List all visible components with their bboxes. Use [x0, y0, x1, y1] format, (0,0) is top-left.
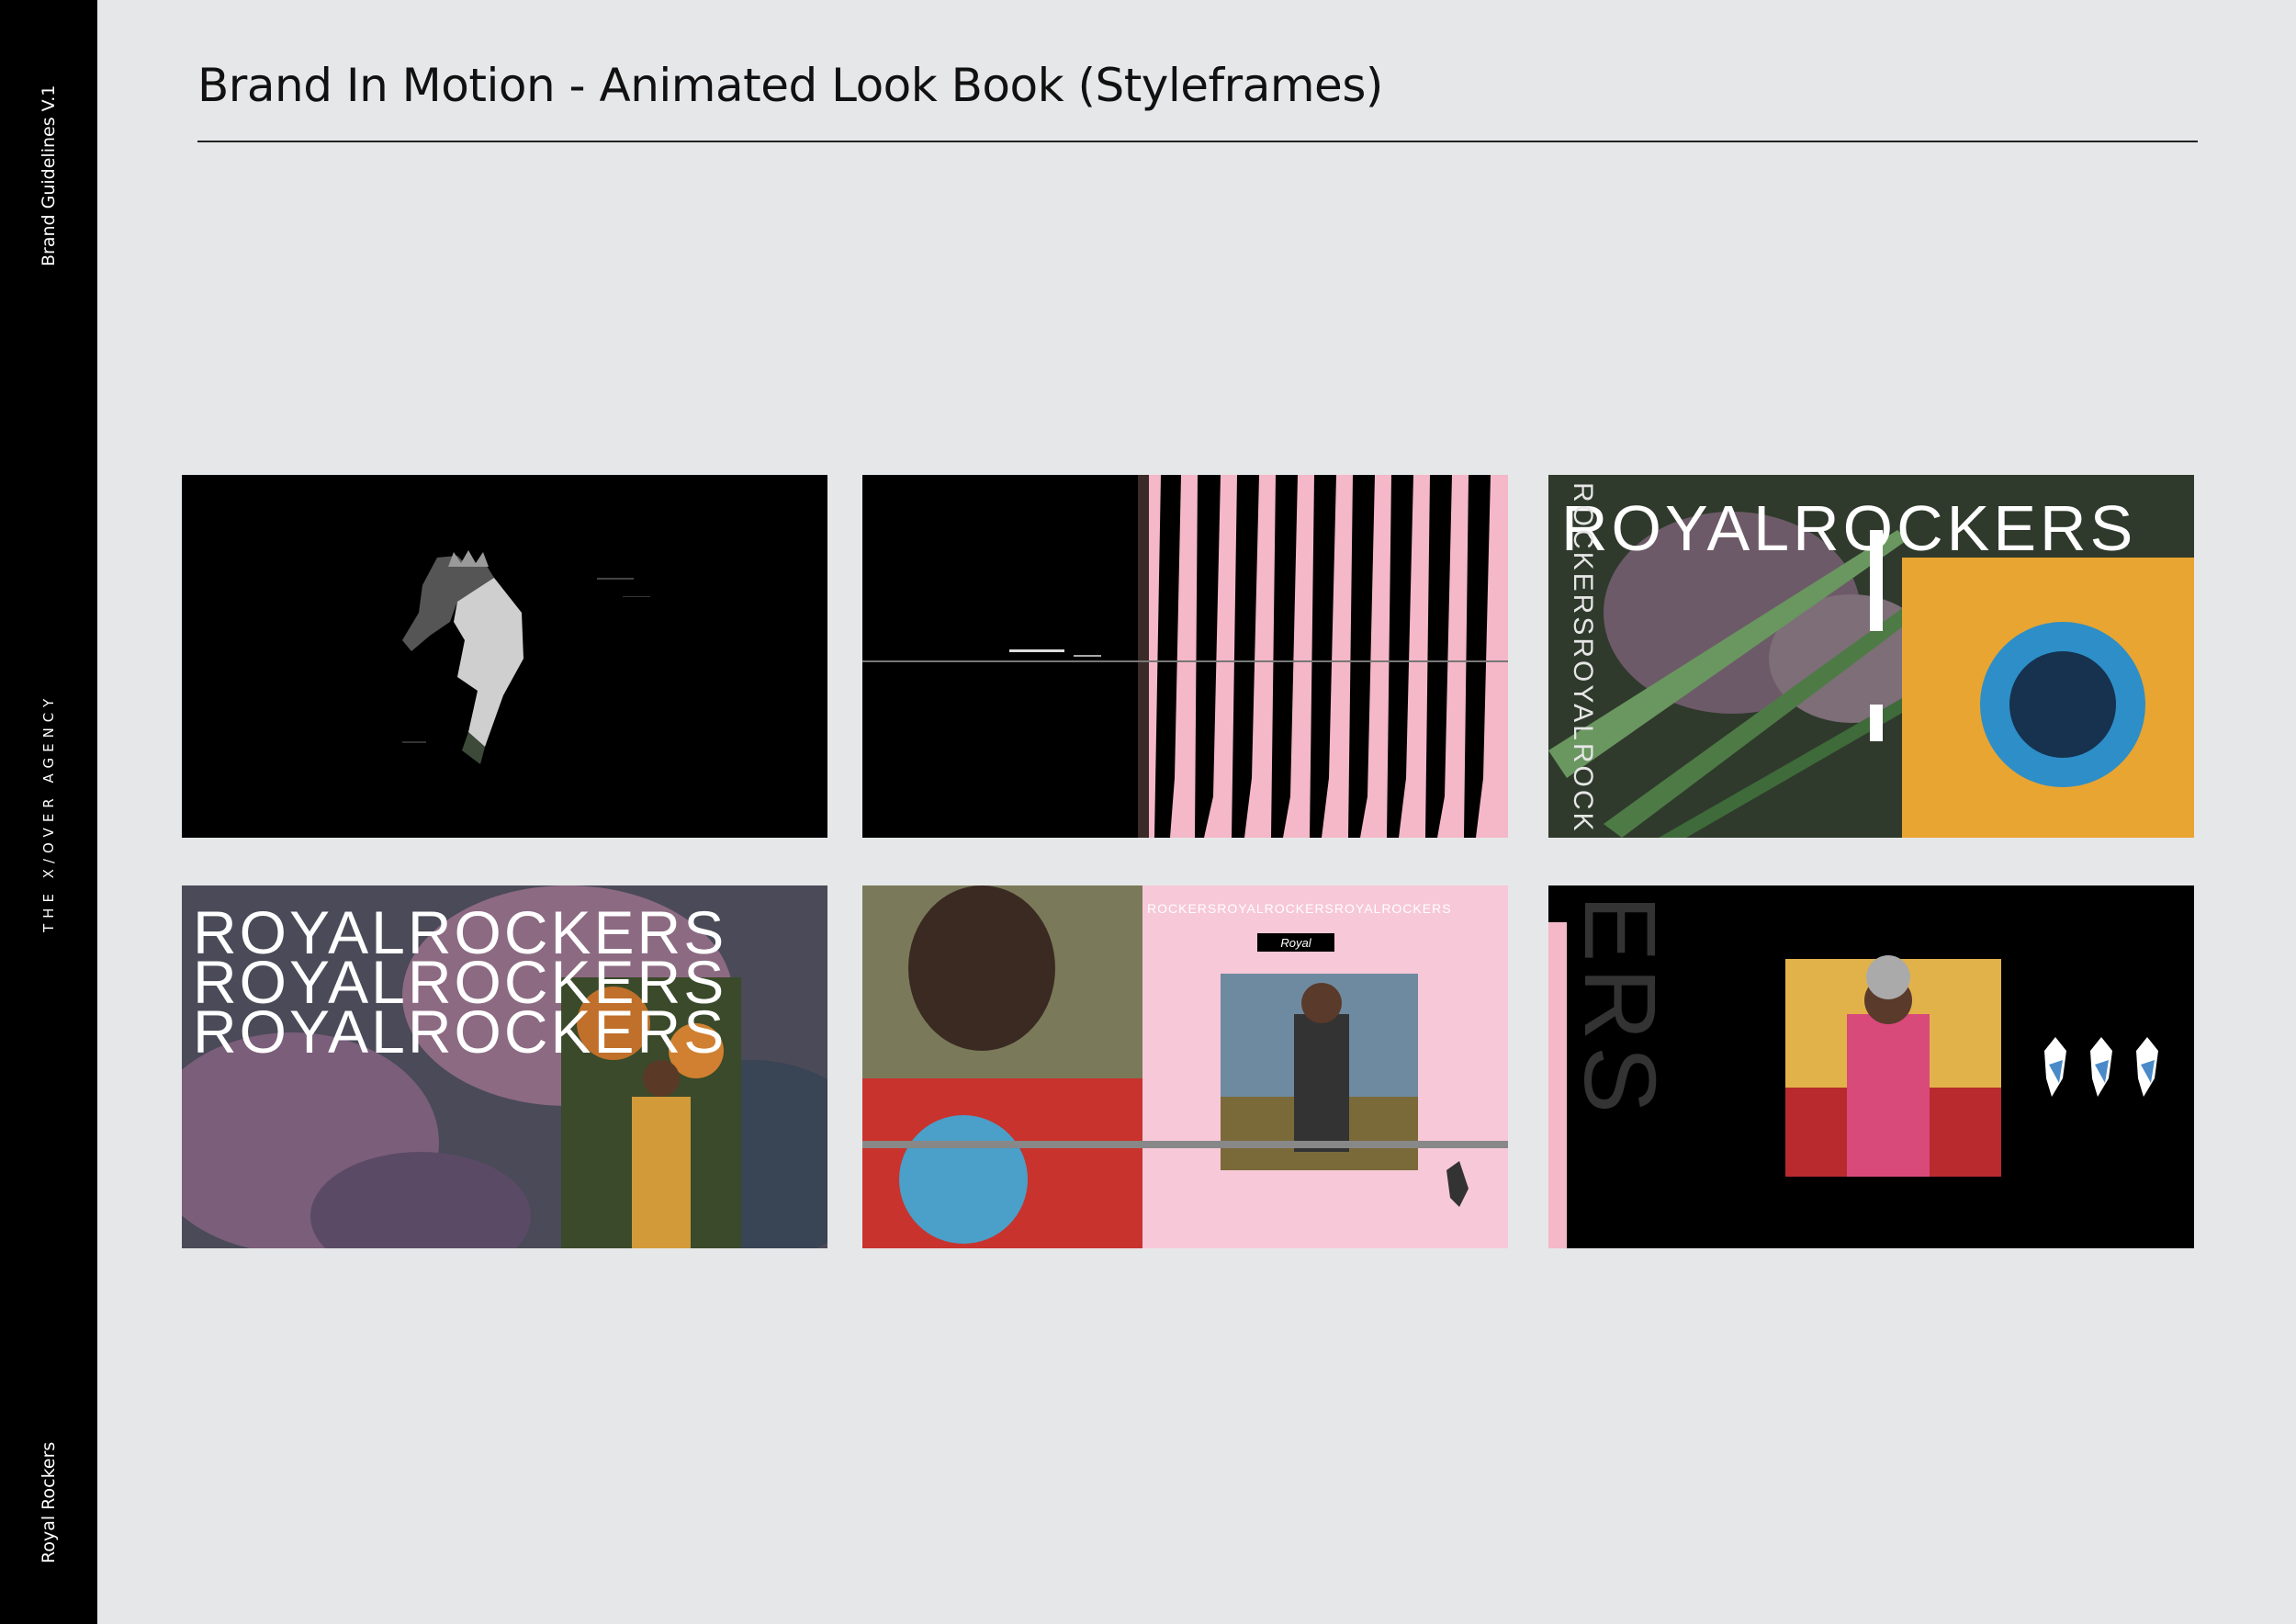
styleframe-3-vertical-text: ROCKERSROYALROCK	[1568, 482, 1598, 834]
styleframe-5[interactable]: ROCKERSROYALROCKERSROYALROCKERS Royal	[862, 885, 1508, 1248]
styleframe-3[interactable]: ROYALROCKERS ROCKERSROYALROCK	[1548, 475, 2194, 838]
styleframe-4[interactable]: ROYALROCKERS ROYALROCKERS ROYALROCKERS	[182, 885, 827, 1248]
project-label: Royal Rockers	[39, 1441, 59, 1563]
title-divider	[197, 141, 2198, 142]
styleframe-2-art	[862, 475, 1508, 838]
styleframe-5-tag: Royal	[1280, 936, 1311, 950]
styleframe-2[interactable]	[862, 475, 1508, 838]
styleframe-6-vertical-text: ERS	[1563, 895, 1676, 1119]
sidebar: Brand Guidelines V.1 THE X/OVER AGENCY R…	[0, 0, 97, 1624]
styleframe-1[interactable]	[182, 475, 827, 838]
brand-guidelines-label: Brand Guidelines V.1	[39, 85, 59, 266]
styleframe-4-wordmark-3: ROYALROCKERS	[193, 998, 726, 1066]
styleframe-3-wordmark: ROYALROCKERS	[1561, 492, 2136, 564]
styleframe-4-art: ROYALROCKERS ROYALROCKERS ROYALROCKERS	[182, 885, 827, 1248]
styleframe-5-art: ROCKERSROYALROCKERSROYALROCKERS Royal	[862, 885, 1508, 1248]
styleframe-1-art	[182, 475, 827, 838]
styleframe-6-art: ERS	[1548, 885, 2194, 1248]
styleframe-6[interactable]: ERS	[1548, 885, 2194, 1248]
styleframe-3-art: ROYALROCKERS ROCKERSROYALROCK	[1548, 475, 2194, 838]
agency-label: THE X/OVER AGENCY	[40, 693, 57, 932]
page-title: Brand In Motion - Animated Look Book (St…	[197, 59, 1383, 112]
styleframe-5-pattern-text: ROCKERSROYALROCKERSROYALROCKERS	[1147, 901, 1452, 916]
